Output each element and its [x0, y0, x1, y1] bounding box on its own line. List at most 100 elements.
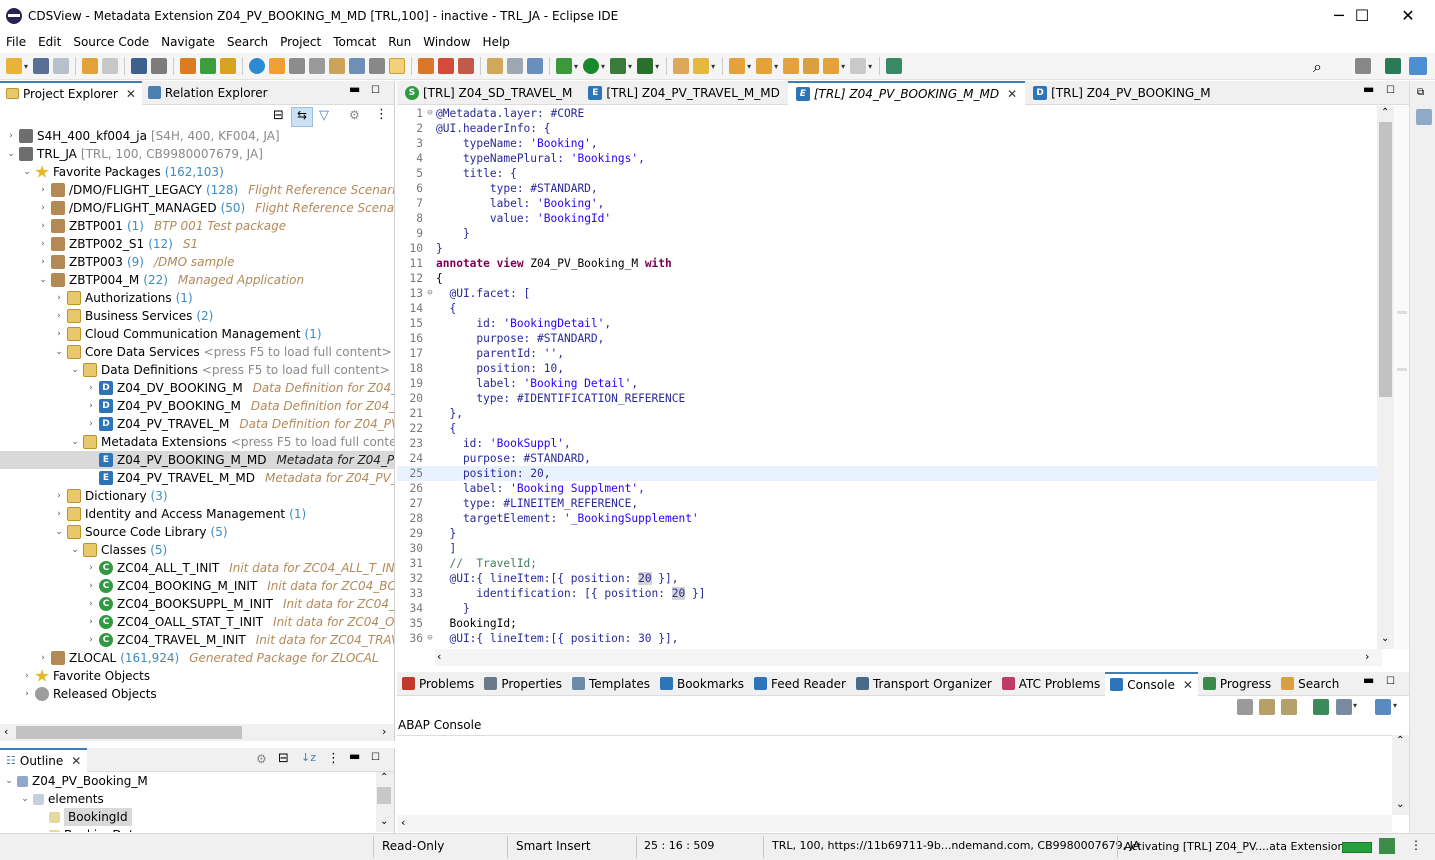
- view-settings-icon[interactable]: ⚙: [349, 108, 360, 122]
- tab-relation-explorer[interactable]: Relation Explorer: [142, 81, 274, 105]
- maximize-view-icon[interactable]: ☐: [371, 85, 380, 96]
- editor-tab[interactable]: S [TRL] Z04_SD_TRAVEL_M: [397, 81, 580, 105]
- collapse-toggle-icon[interactable]: ⌄: [70, 361, 80, 379]
- collapse-toggle-icon[interactable]: ⌄: [22, 163, 32, 181]
- expand-toggle-icon[interactable]: ›: [38, 235, 48, 253]
- tree-item[interactable]: › Business Services (2): [0, 307, 394, 325]
- expand-toggle-icon[interactable]: ›: [86, 559, 96, 577]
- tree-item[interactable]: › ZBTP001 (1) BTP 001 Test package: [0, 217, 394, 235]
- save-all-icon[interactable]: [53, 58, 70, 74]
- tree-item[interactable]: › C ZC04_TRAVEL_M_INIT Init data for ZC04_T…: [0, 631, 394, 649]
- tab-console[interactable]: Console ✕: [1105, 671, 1198, 696]
- skip-breakpoints-icon[interactable]: [438, 58, 455, 74]
- fold-icon[interactable]: ⊖: [425, 106, 435, 121]
- collapse-toggle-icon[interactable]: ⌄: [70, 541, 80, 559]
- expand-toggle-icon[interactable]: ›: [86, 595, 96, 613]
- activate-all-icon[interactable]: [220, 58, 237, 74]
- close-icon[interactable]: ✕: [71, 754, 81, 768]
- atc-icon[interactable]: [269, 58, 286, 74]
- tree-item[interactable]: ⌄ Core Data Services <press F5 to load ful…: [0, 343, 394, 361]
- expand-toggle-icon[interactable]: ›: [86, 631, 96, 649]
- menu-source-code[interactable]: Source Code: [67, 35, 155, 49]
- maximize-view-icon[interactable]: ☐: [371, 752, 380, 763]
- pin-editor-icon[interactable]: [886, 58, 903, 74]
- expand-toggle-icon[interactable]: ›: [86, 415, 96, 433]
- search-small-icon[interactable]: [151, 58, 168, 74]
- tab-search[interactable]: Search: [1276, 672, 1344, 696]
- expand-toggle-icon[interactable]: ›: [86, 577, 96, 595]
- menu-file[interactable]: File: [0, 35, 32, 49]
- tree-item[interactable]: › ZLOCAL (161,924) Generated Package for ZL…: [0, 649, 394, 667]
- progress-icon[interactable]: [1379, 838, 1395, 854]
- tree-item[interactable]: › C ZC04_BOOKING_M_INIT Init data for ZC04_…: [0, 577, 394, 595]
- fold-icon[interactable]: ⊖: [425, 286, 435, 301]
- expand-toggle-icon[interactable]: ›: [54, 325, 64, 343]
- pin-console-icon[interactable]: [1313, 699, 1329, 715]
- editor-tab[interactable]: E [TRL] Z04_PV_BOOKING_M_MD ✕: [787, 80, 1026, 105]
- tree-item[interactable]: › D Z04_PV_BOOKING_M Data Definition for Z0…: [0, 397, 394, 415]
- show-whitespace-icon[interactable]: [507, 58, 524, 74]
- tab-bookmarks[interactable]: Bookmarks: [655, 672, 749, 696]
- toggle-comment-icon[interactable]: [369, 58, 386, 74]
- view-menu-icon[interactable]: ⋮: [375, 107, 388, 122]
- scroll-thumb[interactable]: [1379, 122, 1392, 397]
- collapse-toggle-icon[interactable]: ⌄: [6, 145, 16, 163]
- open-type-icon[interactable]: [673, 58, 690, 74]
- highlight-icon[interactable]: [389, 58, 406, 74]
- menu-project[interactable]: Project: [274, 35, 327, 49]
- expand-toggle-icon[interactable]: ›: [86, 379, 96, 397]
- previous-annotation-icon[interactable]: [756, 58, 773, 74]
- debug-icon[interactable]: [556, 58, 573, 74]
- clear-console-icon[interactable]: [1237, 699, 1253, 715]
- close-window-button[interactable]: ✕: [1385, 0, 1431, 31]
- menu-search[interactable]: Search: [221, 35, 274, 49]
- view-menu-icon[interactable]: ⋮: [327, 751, 340, 766]
- expand-toggle-icon[interactable]: ›: [38, 199, 48, 217]
- tab-atc-problems[interactable]: ATC Problems: [997, 672, 1105, 696]
- minimize-view-icon[interactable]: ▬: [1363, 673, 1374, 687]
- open-perspective-icon[interactable]: [1355, 58, 1371, 74]
- status-menu-icon[interactable]: ⋮: [1410, 838, 1422, 852]
- outline-minimized-icon[interactable]: [1416, 109, 1432, 125]
- tree-item[interactable]: › Favorite Objects: [0, 667, 394, 685]
- tree-item[interactable]: E Z04_PV_BOOKING_M_MD Metadata for Z04_PV_…: [0, 451, 394, 469]
- word-wrap-icon[interactable]: [1281, 699, 1297, 715]
- sort-icon[interactable]: ↓z: [301, 751, 316, 764]
- tree-item[interactable]: ⌄ ZBTP004_M (22) Managed Application: [0, 271, 394, 289]
- maximize-button[interactable]: ☐: [1339, 0, 1385, 31]
- new-icon[interactable]: [6, 58, 22, 74]
- tab-outline[interactable]: ☷ Outline ✕: [0, 747, 88, 772]
- expand-toggle-icon[interactable]: ›: [54, 289, 64, 307]
- expand-toggle-icon[interactable]: ›: [22, 685, 32, 703]
- tree-item[interactable]: › Released Objects: [0, 685, 394, 703]
- tree-item[interactable]: › C ZC04_BOOKSUPPL_M_INIT Init data for ZC0…: [0, 595, 394, 613]
- check-icon[interactable]: [249, 58, 266, 74]
- collapse-toggle-icon[interactable]: ⌄: [54, 523, 64, 541]
- progress-bar[interactable]: [1342, 842, 1372, 853]
- minimize-editor-icon[interactable]: ▬: [1363, 82, 1374, 96]
- last-edit-icon[interactable]: [783, 58, 800, 74]
- collapse-toggle-icon[interactable]: ⌄: [38, 271, 48, 289]
- tree-item[interactable]: ⌄ Classes (5): [0, 541, 394, 559]
- tab-transport-organizer[interactable]: Transport Organizer: [851, 672, 997, 696]
- print-icon[interactable]: [309, 58, 326, 74]
- collapse-toggle-icon[interactable]: ⌄: [54, 343, 64, 361]
- open-abap-icon[interactable]: [180, 58, 197, 74]
- editor-vscrollbar[interactable]: ⌃ ⌄: [1377, 106, 1394, 649]
- tree-item[interactable]: › Dictionary (3): [0, 487, 394, 505]
- collapse-toggle-icon[interactable]: ⌄: [4, 772, 14, 790]
- editor-tab[interactable]: E [TRL] Z04_PV_TRAVEL_M_MD: [580, 81, 788, 105]
- expand-toggle-icon[interactable]: ›: [38, 253, 48, 271]
- display-console-icon[interactable]: [1336, 699, 1352, 715]
- coverage-icon[interactable]: [610, 58, 627, 74]
- terminal-icon[interactable]: [131, 58, 148, 74]
- expand-toggle-icon[interactable]: ›: [6, 127, 16, 145]
- fold-icon[interactable]: ⊖: [425, 631, 435, 646]
- expand-toggle-icon[interactable]: ›: [54, 307, 64, 325]
- tab-templates[interactable]: Templates: [567, 672, 655, 696]
- abap-perspective-icon[interactable]: [1385, 58, 1401, 74]
- expand-toggle-icon[interactable]: ›: [38, 181, 48, 199]
- run-icon[interactable]: [583, 58, 600, 74]
- tab-problems[interactable]: Problems: [397, 672, 479, 696]
- external-tools-icon[interactable]: [637, 58, 654, 74]
